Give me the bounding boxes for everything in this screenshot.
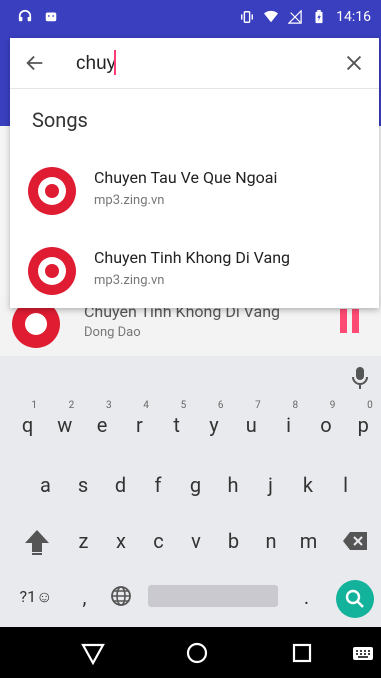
period-key[interactable]: . (288, 574, 325, 618)
key-a[interactable]: a (27, 462, 64, 506)
keyboard-switch-icon[interactable] (352, 640, 374, 666)
navigation-bar (0, 627, 381, 678)
key-d[interactable]: d (102, 462, 139, 506)
song-result[interactable]: Chuyen Tau Ve Que Ngoai mp3.zing.vn (10, 160, 379, 230)
space-key[interactable] (148, 585, 278, 607)
key-n[interactable]: n (253, 518, 290, 562)
result-title: Chuyen Tau Ve Que Ngoai (94, 168, 278, 187)
song-result[interactable]: Chuyen Tinh Khong Di Vang mp3.zing.vn (10, 240, 379, 310)
pause-icon[interactable] (338, 309, 362, 333)
beats-logo-icon (28, 167, 76, 215)
key-hint: 5 (180, 400, 187, 411)
keyboard-row-1: q1w2e3r4t5y6u7i8o9p0 (0, 400, 381, 456)
key-b[interactable]: b (215, 518, 252, 562)
key-r[interactable]: r4 (121, 400, 158, 446)
status-bar: 14:16 (0, 0, 381, 36)
key-s[interactable]: s (65, 462, 102, 506)
key-p[interactable]: p0 (345, 400, 381, 446)
now-playing-artist: Dong Dao (84, 325, 141, 340)
beats-logo-icon (28, 247, 76, 295)
key-hint: 0 (367, 400, 373, 411)
wifi-icon (264, 10, 279, 23)
key-hint: 6 (217, 400, 224, 411)
no-signal-icon (288, 10, 302, 24)
symbols-key[interactable]: ?1☺ (14, 574, 58, 618)
keyboard-row-2: asdfghjkl (0, 462, 381, 516)
key-l[interactable]: l (327, 462, 364, 506)
key-hint: 3 (105, 400, 112, 411)
key-e[interactable]: e3 (84, 400, 121, 446)
key-f[interactable]: f (140, 462, 177, 506)
arrow-back-icon[interactable] (24, 52, 46, 74)
back-nav-icon[interactable] (80, 640, 106, 666)
result-title: Chuyen Tinh Khong Di Vang (94, 248, 291, 267)
key-j[interactable]: j (252, 462, 289, 506)
key-g[interactable]: g (177, 462, 214, 506)
search-input[interactable] (74, 50, 308, 78)
key-x[interactable]: x (103, 518, 140, 562)
key-hint: 9 (329, 400, 336, 411)
key-hint: 8 (292, 400, 299, 411)
backspace-icon[interactable] (342, 531, 368, 551)
key-hint: 7 (255, 400, 261, 411)
key-v[interactable]: v (178, 518, 215, 562)
close-icon[interactable] (343, 52, 365, 74)
search-suggestions-panel: Songs Chuyen Tau Ve Que Ngoai mp3.zing.v… (10, 38, 379, 308)
key-z[interactable]: z (65, 518, 102, 562)
result-source: mp3.zing.vn (94, 193, 165, 208)
key-k[interactable]: k (290, 462, 327, 506)
section-title: Songs (32, 108, 88, 132)
keyboard-row-3: zxcvbnm (0, 518, 381, 572)
mic-icon[interactable] (351, 366, 369, 390)
key-h[interactable]: h (215, 462, 252, 506)
search-bar (10, 38, 379, 89)
key-hint: 2 (68, 400, 75, 411)
comma-key[interactable]: , (66, 574, 103, 618)
text-cursor (114, 50, 116, 75)
home-nav-icon[interactable] (184, 640, 210, 666)
search-icon (345, 589, 364, 608)
key-hint: 4 (143, 400, 149, 411)
shift-icon[interactable] (24, 528, 50, 556)
key-hint: 1 (31, 400, 37, 411)
key-y[interactable]: y6 (196, 400, 233, 446)
key-m[interactable]: m (290, 518, 327, 562)
battery-charging-icon (315, 10, 323, 24)
globe-icon[interactable] (110, 585, 132, 607)
status-time: 14:16 (336, 9, 371, 25)
search-action-key[interactable] (336, 580, 374, 618)
key-c[interactable]: c (140, 518, 177, 562)
android-icon (45, 12, 57, 22)
key-w[interactable]: w2 (46, 400, 83, 446)
key-i[interactable]: i8 (270, 400, 307, 446)
key-q[interactable]: q1 (9, 400, 46, 446)
result-source: mp3.zing.vn (94, 273, 165, 288)
recents-nav-icon[interactable] (289, 640, 315, 666)
key-t[interactable]: t5 (158, 400, 195, 446)
key-u[interactable]: u7 (233, 400, 270, 446)
headset-icon (18, 9, 32, 22)
vibrate-icon (241, 11, 254, 23)
key-o[interactable]: o9 (307, 400, 344, 446)
